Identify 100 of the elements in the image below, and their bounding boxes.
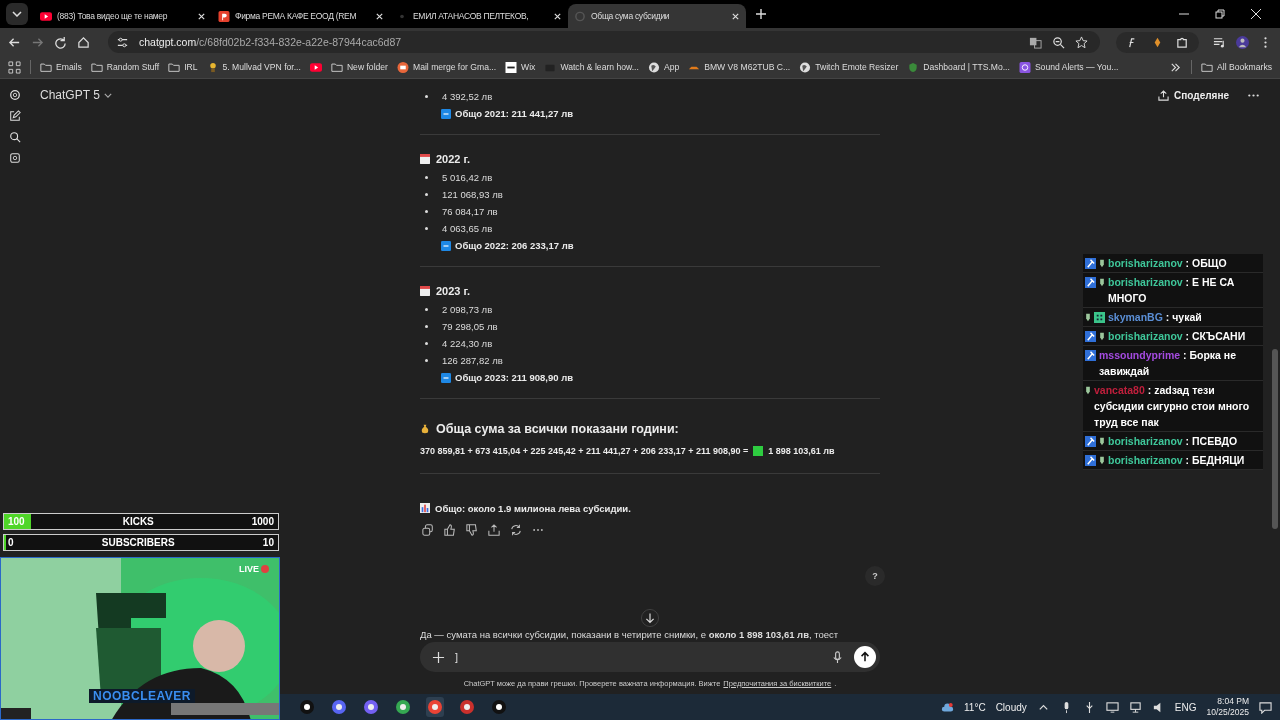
address-bar[interactable]: chatgpt.com/c/68fd02b2-f334-832e-a22e-87944cac6d87 (108, 31, 1100, 53)
message-input[interactable]: ] (420, 642, 880, 672)
chat-message: borisharizanov : СКЪСАНИ (1108, 329, 1247, 344)
clock-time[interactable]: 8:04 PM (1217, 696, 1249, 707)
regenerate-icon[interactable] (508, 522, 524, 538)
reload-icon[interactable] (54, 35, 67, 49)
chat-username[interactable]: skymanBG (1108, 311, 1163, 323)
hammer-badge-icon (1085, 350, 1096, 361)
bookmark-star-icon[interactable] (1075, 35, 1088, 49)
goal-label: SUBSCRIBERS (101, 537, 175, 548)
arrow-up-icon (859, 651, 871, 663)
sound-icon (1018, 61, 1031, 73)
bookmark-item[interactable]: 5. Mullvad VPN for... (206, 61, 301, 73)
monitor-icon[interactable] (1105, 700, 1119, 714)
send-button[interactable] (854, 646, 876, 668)
home-icon[interactable] (77, 35, 90, 49)
close-icon[interactable] (197, 11, 206, 21)
close-icon[interactable] (731, 11, 740, 21)
bookmark-item[interactable]: Dashboard | TTS.Mo... (907, 61, 1010, 73)
share-icon[interactable] (486, 522, 502, 538)
search-icon[interactable] (9, 131, 21, 143)
zoom-icon[interactable] (1052, 35, 1065, 49)
extensions-icon[interactable] (1176, 35, 1189, 49)
tab-search-button[interactable] (6, 3, 28, 25)
list-item: 76 084,17 лв (442, 206, 498, 217)
bookmark-item[interactable]: Watch & learn how... (544, 61, 639, 73)
chat-username[interactable]: borisharizanov (1108, 435, 1183, 447)
folder-icon (330, 61, 343, 73)
thumbs-up-icon[interactable] (442, 522, 458, 538)
close-icon[interactable] (1251, 9, 1261, 19)
all-bookmarks-item[interactable]: All Bookmarks (1201, 61, 1272, 73)
chat-username[interactable]: borisharizanov (1108, 330, 1183, 342)
weather-text: Cloudy (995, 701, 1027, 713)
thumbs-down-icon[interactable] (464, 522, 480, 538)
bookmark-item[interactable]: Mail merge for Gma... (397, 61, 497, 73)
clock-date[interactable]: 10/25/2025 (1206, 707, 1249, 718)
goal-current: 0 (8, 537, 14, 548)
shield-badge-icon (1099, 258, 1105, 269)
video-icon (309, 61, 322, 73)
list-item: 2 098,73 лв (442, 304, 493, 315)
browser-tab[interactable]: Фирма РЕМА КАФЕ ЕООД (REM (212, 4, 390, 28)
shield-badge-icon (1099, 436, 1105, 447)
help-button[interactable]: ? (865, 566, 885, 586)
calendar-icon (420, 286, 430, 296)
shield-icon (907, 61, 920, 73)
bookmark-item[interactable]: Emails (40, 61, 82, 73)
share-button[interactable]: Споделяне (1154, 87, 1233, 103)
plus-icon[interactable] (432, 650, 445, 664)
language-indicator[interactable]: ENG (1174, 701, 1197, 713)
profile-avatar[interactable] (1236, 35, 1249, 49)
close-icon[interactable] (553, 11, 562, 21)
app-icon[interactable] (426, 697, 444, 717)
translate-icon[interactable] (1029, 35, 1042, 49)
new-tab-icon[interactable] (756, 9, 766, 19)
bookmark-item[interactable]: App (647, 61, 680, 73)
bookmark-item[interactable]: BMW V8 M62TUB C... (688, 61, 791, 73)
notifications-icon[interactable] (1259, 700, 1272, 714)
bookmark-item[interactable]: IRL (168, 61, 198, 73)
browser-tab[interactable]: (883) Това видео ще те намер (34, 4, 212, 28)
list-item: 121 068,93 лв (442, 189, 503, 200)
app-icon[interactable] (298, 697, 316, 717)
sum-expression: 370 859,81 + 673 415,04 + 225 245,42 + 211 441,27 + 206 233,17 + 211 908,90 = (420, 446, 749, 456)
chat-username[interactable]: mssoundyprime (1099, 349, 1181, 361)
bookmark-item[interactable]: Twitch Emote Resizer (799, 61, 899, 73)
folder-icon (1201, 61, 1214, 73)
shield-badge-icon (1099, 277, 1105, 288)
chat-message: mssoundyprime : Борка не завиждай (1099, 348, 1237, 379)
restore-icon[interactable] (1215, 9, 1225, 19)
app-icon[interactable] (330, 697, 348, 717)
bookmark-item[interactable]: Random Stuff (90, 61, 160, 73)
grid-badge-icon (1094, 312, 1105, 323)
bookmark-item[interactable]: Sound Alerts — You... (1018, 61, 1119, 73)
list-item: 79 298,05 лв (442, 321, 498, 332)
copy-icon[interactable] (420, 522, 436, 538)
app-icon[interactable] (490, 697, 508, 717)
app-icon[interactable] (362, 697, 380, 717)
model-selector[interactable]: ChatGPT 5 (40, 88, 112, 102)
media-icon[interactable] (1213, 35, 1226, 49)
chat-username[interactable]: borisharizanov (1108, 454, 1183, 466)
library-icon[interactable] (9, 152, 21, 164)
microphone-icon[interactable] (831, 650, 844, 664)
bookmark-item[interactable]: New folder (330, 61, 388, 73)
app-icon[interactable] (458, 697, 476, 717)
app-icon[interactable] (394, 697, 412, 717)
close-icon[interactable] (375, 11, 384, 21)
browser-tab[interactable]: Обща сума субсидии (568, 4, 746, 28)
site-settings-icon[interactable] (116, 35, 129, 49)
chat-username[interactable]: borisharizanov (1108, 257, 1183, 269)
year-heading: 2023 г. (436, 285, 471, 297)
bookmark-item[interactable]: Wix (505, 61, 536, 73)
chat-username[interactable]: borisharizanov (1108, 276, 1183, 288)
knot-logo-icon[interactable] (9, 89, 21, 101)
message-text: Да — сумата на всички субсидии, показани в четирите снимки, е около 1 898 103,61 лв, тоест (420, 629, 840, 641)
mail-icon (397, 61, 409, 73)
scroll-down-icon[interactable] (641, 609, 659, 627)
browser-tab[interactable]: ЕМИЛ АТАНАСОВ ПЕЛТЕКОВ, (390, 4, 568, 28)
new-chat-icon[interactable] (9, 110, 21, 122)
apps-icon[interactable] (8, 60, 21, 74)
list-item: 4 392,52 лв (442, 91, 493, 102)
hammer-badge-icon (1085, 258, 1096, 269)
